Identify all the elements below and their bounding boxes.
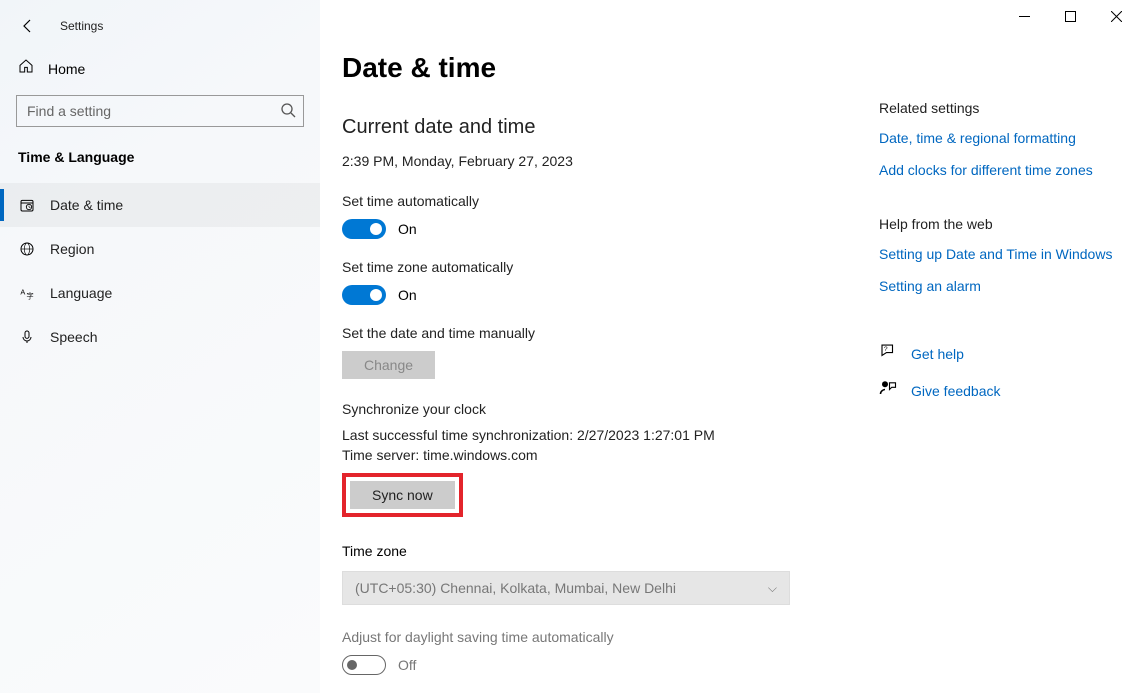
sync-section: Synchronize your clock Last successful t… [342, 401, 1139, 517]
svg-text:A: A [20, 287, 25, 296]
dst-label: Adjust for daylight saving time automati… [342, 629, 1139, 645]
nav-label: Speech [50, 329, 97, 345]
nav-label: Language [50, 285, 112, 301]
nav-label: Region [50, 241, 94, 257]
related-heading: Related settings [879, 100, 1123, 116]
sync-now-button[interactable]: Sync now [350, 481, 455, 509]
link-help-datetime[interactable]: Setting up Date and Time in Windows [879, 246, 1123, 262]
timezone-value: (UTC+05:30) Chennai, Kolkata, Mumbai, Ne… [355, 580, 676, 596]
nav-label: Date & time [50, 197, 123, 213]
svg-text:字: 字 [26, 291, 33, 300]
search-wrap [16, 95, 304, 127]
toggle-state-on: On [398, 221, 417, 237]
help-icon: ? [879, 342, 897, 365]
nav-item-language[interactable]: A字 Language [0, 271, 320, 315]
timezone-title: Time zone [342, 543, 1139, 559]
toggle-state-on: On [398, 287, 417, 303]
category-title: Time & Language [18, 149, 320, 165]
search-icon [280, 102, 296, 123]
nav-item-speech[interactable]: Speech [0, 315, 320, 359]
right-column: Related settings Date, time & regional f… [879, 0, 1139, 416]
globe-icon [18, 241, 36, 257]
svg-text:?: ? [884, 346, 888, 353]
set-tz-auto-toggle[interactable] [342, 285, 386, 305]
language-icon: A字 [18, 285, 36, 301]
get-help-row[interactable]: ? Get help [879, 342, 1123, 365]
dst-toggle [342, 655, 386, 675]
window-title: Settings [60, 19, 103, 33]
link-regional-formatting[interactable]: Date, time & regional formatting [879, 130, 1123, 146]
back-button[interactable] [18, 18, 38, 34]
link-add-clocks[interactable]: Add clocks for different time zones [879, 162, 1123, 178]
main-content: Date & time Current date and time 2:39 P… [320, 0, 1139, 693]
timezone-dropdown[interactable]: (UTC+05:30) Chennai, Kolkata, Mumbai, Ne… [342, 571, 790, 605]
microphone-icon [18, 329, 36, 345]
home-nav[interactable]: Home [0, 40, 320, 79]
sidebar: Settings Home Time & Language Date & tim… [0, 0, 320, 693]
get-help-link[interactable]: Get help [911, 346, 964, 362]
feedback-row[interactable]: Give feedback [879, 379, 1123, 402]
clock-icon [18, 197, 36, 213]
sync-server-line: Time server: time.windows.com [342, 447, 1139, 463]
search-input[interactable] [16, 95, 304, 127]
feedback-icon [879, 379, 897, 402]
nav-item-date-time[interactable]: Date & time [0, 183, 320, 227]
nav-list: Date & time Region A字 Language Speech [0, 183, 320, 359]
titlebar: Settings [0, 0, 320, 40]
sync-last-line: Last successful time synchronization: 2/… [342, 427, 1139, 443]
chevron-down-icon: ⌵ [768, 581, 777, 596]
home-icon [18, 58, 34, 79]
sync-highlight-box: Sync now [342, 473, 463, 517]
link-help-alarm[interactable]: Setting an alarm [879, 278, 1123, 294]
change-button: Change [342, 351, 435, 379]
nav-item-region[interactable]: Region [0, 227, 320, 271]
home-label: Home [48, 61, 85, 77]
feedback-link[interactable]: Give feedback [911, 383, 1001, 399]
set-time-auto-toggle[interactable] [342, 219, 386, 239]
toggle-state-off: Off [398, 657, 416, 673]
help-heading: Help from the web [879, 216, 1123, 232]
